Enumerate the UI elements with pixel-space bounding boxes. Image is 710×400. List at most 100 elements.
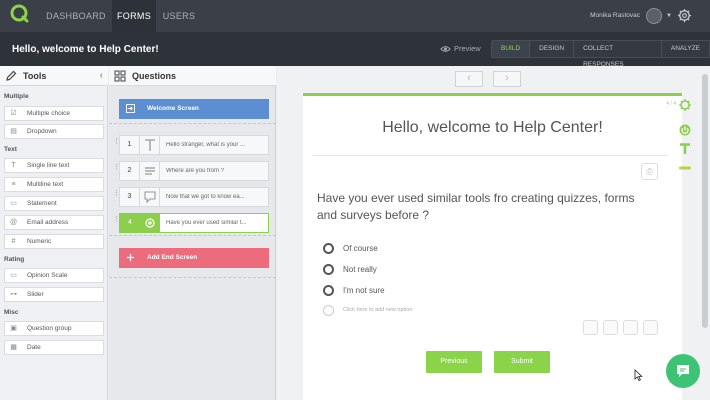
previous-button[interactable]: Previous <box>426 351 482 373</box>
question-text: Hello stranger, what is your ... <box>166 142 246 148</box>
nav-tab-dashboard[interactable]: DASHBOARD <box>44 0 108 32</box>
next-question-arrow[interactable]: › <box>493 71 521 87</box>
previous-question-arrow[interactable]: ‹ <box>455 71 483 87</box>
mode-analyze-button[interactable]: ANALYZE <box>660 41 709 57</box>
pencil-icon <box>6 70 17 81</box>
drag-handle-icon[interactable]: ⋮ <box>113 138 120 152</box>
text-format-icon[interactable] <box>678 142 692 156</box>
tool-label: Question group <box>27 325 72 332</box>
delete-icon[interactable] <box>643 320 658 335</box>
tool-label: Statement <box>27 200 57 207</box>
title-divider <box>313 155 668 156</box>
tool-slider[interactable]: ⊶ Slider <box>4 287 104 302</box>
end-section: Add End Screen <box>109 236 276 278</box>
chat-icon <box>677 365 689 377</box>
nav-tab-forms[interactable]: FORMS <box>112 0 156 32</box>
attachment-icon[interactable]: ⎙ <box>641 163 658 180</box>
question-number: 2 <box>120 162 140 180</box>
group-icon: ▣ <box>10 325 17 332</box>
user-name[interactable]: Monika Rastovac <box>590 12 640 19</box>
drag-handle-icon[interactable]: ⋮ <box>113 190 120 204</box>
tool-label: Multiple choice <box>27 110 70 117</box>
tool-multiple-choice[interactable]: ☑ Multiple choice <box>4 106 104 121</box>
power-icon[interactable] <box>678 123 692 137</box>
slider-icon: ⊶ <box>10 291 17 298</box>
checkbox-icon: ☑ <box>10 110 17 117</box>
tool-statement[interactable]: ▭ Statement <box>4 196 104 211</box>
radio-button[interactable] <box>323 285 334 296</box>
welcome-screen-button[interactable]: Welcome Screen <box>119 99 269 119</box>
question-text: Have you ever used similar t... <box>166 220 247 226</box>
tool-date[interactable]: ▦ Date <box>4 340 104 355</box>
welcome-screen-label: Welcome Screen <box>147 105 199 112</box>
top-navigation: DASHBOARD FORMS USERS Monika Rastovac ▼ <box>0 0 710 32</box>
mode-switcher: BUILD DESIGN COLLECT RESPONSES ANALYZE <box>491 40 710 68</box>
question-item[interactable]: ⋮ 3 Now that we got to know ea... <box>113 187 269 207</box>
tool-numeric[interactable]: # Numeric <box>4 234 104 249</box>
app-logo[interactable] <box>8 3 34 29</box>
form-canvas: ‹ › 4 / 4 Hello, welcome to Help Center!… <box>277 66 710 400</box>
question-item[interactable]: ⋮ 1 Hello stranger, what is your ... <box>113 135 269 155</box>
radio-button-placeholder <box>323 305 334 316</box>
plus-icon <box>126 253 135 262</box>
divider-line-icon[interactable] <box>678 161 692 175</box>
radio-button[interactable] <box>323 243 334 254</box>
at-icon: @ <box>9 219 18 226</box>
tool-opinion-scale[interactable]: ▭ Opinion Scale <box>4 268 104 283</box>
radio-button[interactable] <box>323 264 334 275</box>
tool-label: Date <box>27 344 41 351</box>
tool-email-address[interactable]: @ Email address <box>4 215 104 230</box>
collapse-chevron-icon[interactable]: ‹ <box>100 70 103 81</box>
group-label-text: Text <box>4 146 17 153</box>
tools-header: Tools ‹ <box>0 66 108 86</box>
tool-label: Slider <box>27 291 44 298</box>
radio-icon <box>140 214 160 232</box>
tool-question-group[interactable]: ▣ Question group <box>4 321 104 336</box>
answer-option-label[interactable]: I'm not sure <box>343 286 385 295</box>
tool-label: Email address <box>27 219 69 226</box>
add-option-placeholder[interactable]: Click here to add new option <box>343 307 412 313</box>
form-title[interactable]: Hello, welcome to Help Center! <box>303 119 682 137</box>
mode-build-button[interactable]: BUILD <box>492 41 530 57</box>
mode-collect-responses-button[interactable]: COLLECT RESPONSES <box>573 41 661 68</box>
settings-gear-icon[interactable] <box>678 98 692 112</box>
enter-icon <box>126 104 135 113</box>
submit-button[interactable]: Submit <box>494 351 550 373</box>
question-text: Where are you from ? <box>166 168 225 174</box>
lines-icon: ≡ <box>11 181 16 188</box>
answer-option-label[interactable]: Not really <box>343 265 377 274</box>
gear-icon[interactable] <box>677 8 692 23</box>
group-label-multiple: Multiple <box>4 93 29 100</box>
question-number: 3 <box>120 188 140 206</box>
tool-dropdown[interactable]: ▤ Dropdown <box>4 124 104 139</box>
add-end-screen-button[interactable]: Add End Screen <box>119 248 269 268</box>
question-list: ⋮ 1 Hello stranger, what is your ... ⋮ 2… <box>109 124 276 236</box>
group-label-misc: Misc <box>4 309 19 316</box>
question-number: 4 <box>120 214 140 232</box>
question-card: 4 / 4 Hello, welcome to Help Center! ⎙ H… <box>303 93 682 400</box>
chevron-down-icon[interactable]: ▼ <box>666 13 672 19</box>
calendar-icon: ▦ <box>10 344 17 351</box>
canvas-scrollbar[interactable] <box>702 74 708 328</box>
layout-icon[interactable] <box>623 320 638 335</box>
tools-title: Tools <box>23 71 47 81</box>
visibility-icon[interactable] <box>603 320 618 335</box>
scale-icon: ▭ <box>10 272 17 279</box>
tool-single-line-text[interactable]: T Single line text <box>4 158 104 173</box>
drag-handle-icon[interactable]: ⋮ <box>113 216 120 230</box>
question-item-selected[interactable]: ⋮ 4 Have you ever used similar t... <box>113 213 269 233</box>
question-text-editor[interactable]: Have you ever used similar tools fro cre… <box>317 190 657 224</box>
tools-panel: Tools ‹ Multiple ☑ Multiple choice ▤ Dro… <box>0 66 108 400</box>
chat-button[interactable] <box>666 354 700 388</box>
avatar[interactable] <box>646 8 662 24</box>
preview-button[interactable]: Preview <box>440 44 481 53</box>
drag-handle-icon[interactable]: ⋮ <box>113 164 120 178</box>
questions-list-icon <box>114 70 126 82</box>
shuffle-icon[interactable] <box>583 320 598 335</box>
answer-option-label[interactable]: Of course <box>343 244 378 253</box>
mode-design-button[interactable]: DESIGN <box>529 41 574 57</box>
question-item[interactable]: ⋮ 2 Where are you from ? <box>113 161 269 181</box>
question-counter: 4 / 4 <box>666 101 676 107</box>
nav-tab-users[interactable]: USERS <box>160 0 198 32</box>
tool-multiline-text[interactable]: ≡ Multiline text <box>4 177 104 192</box>
